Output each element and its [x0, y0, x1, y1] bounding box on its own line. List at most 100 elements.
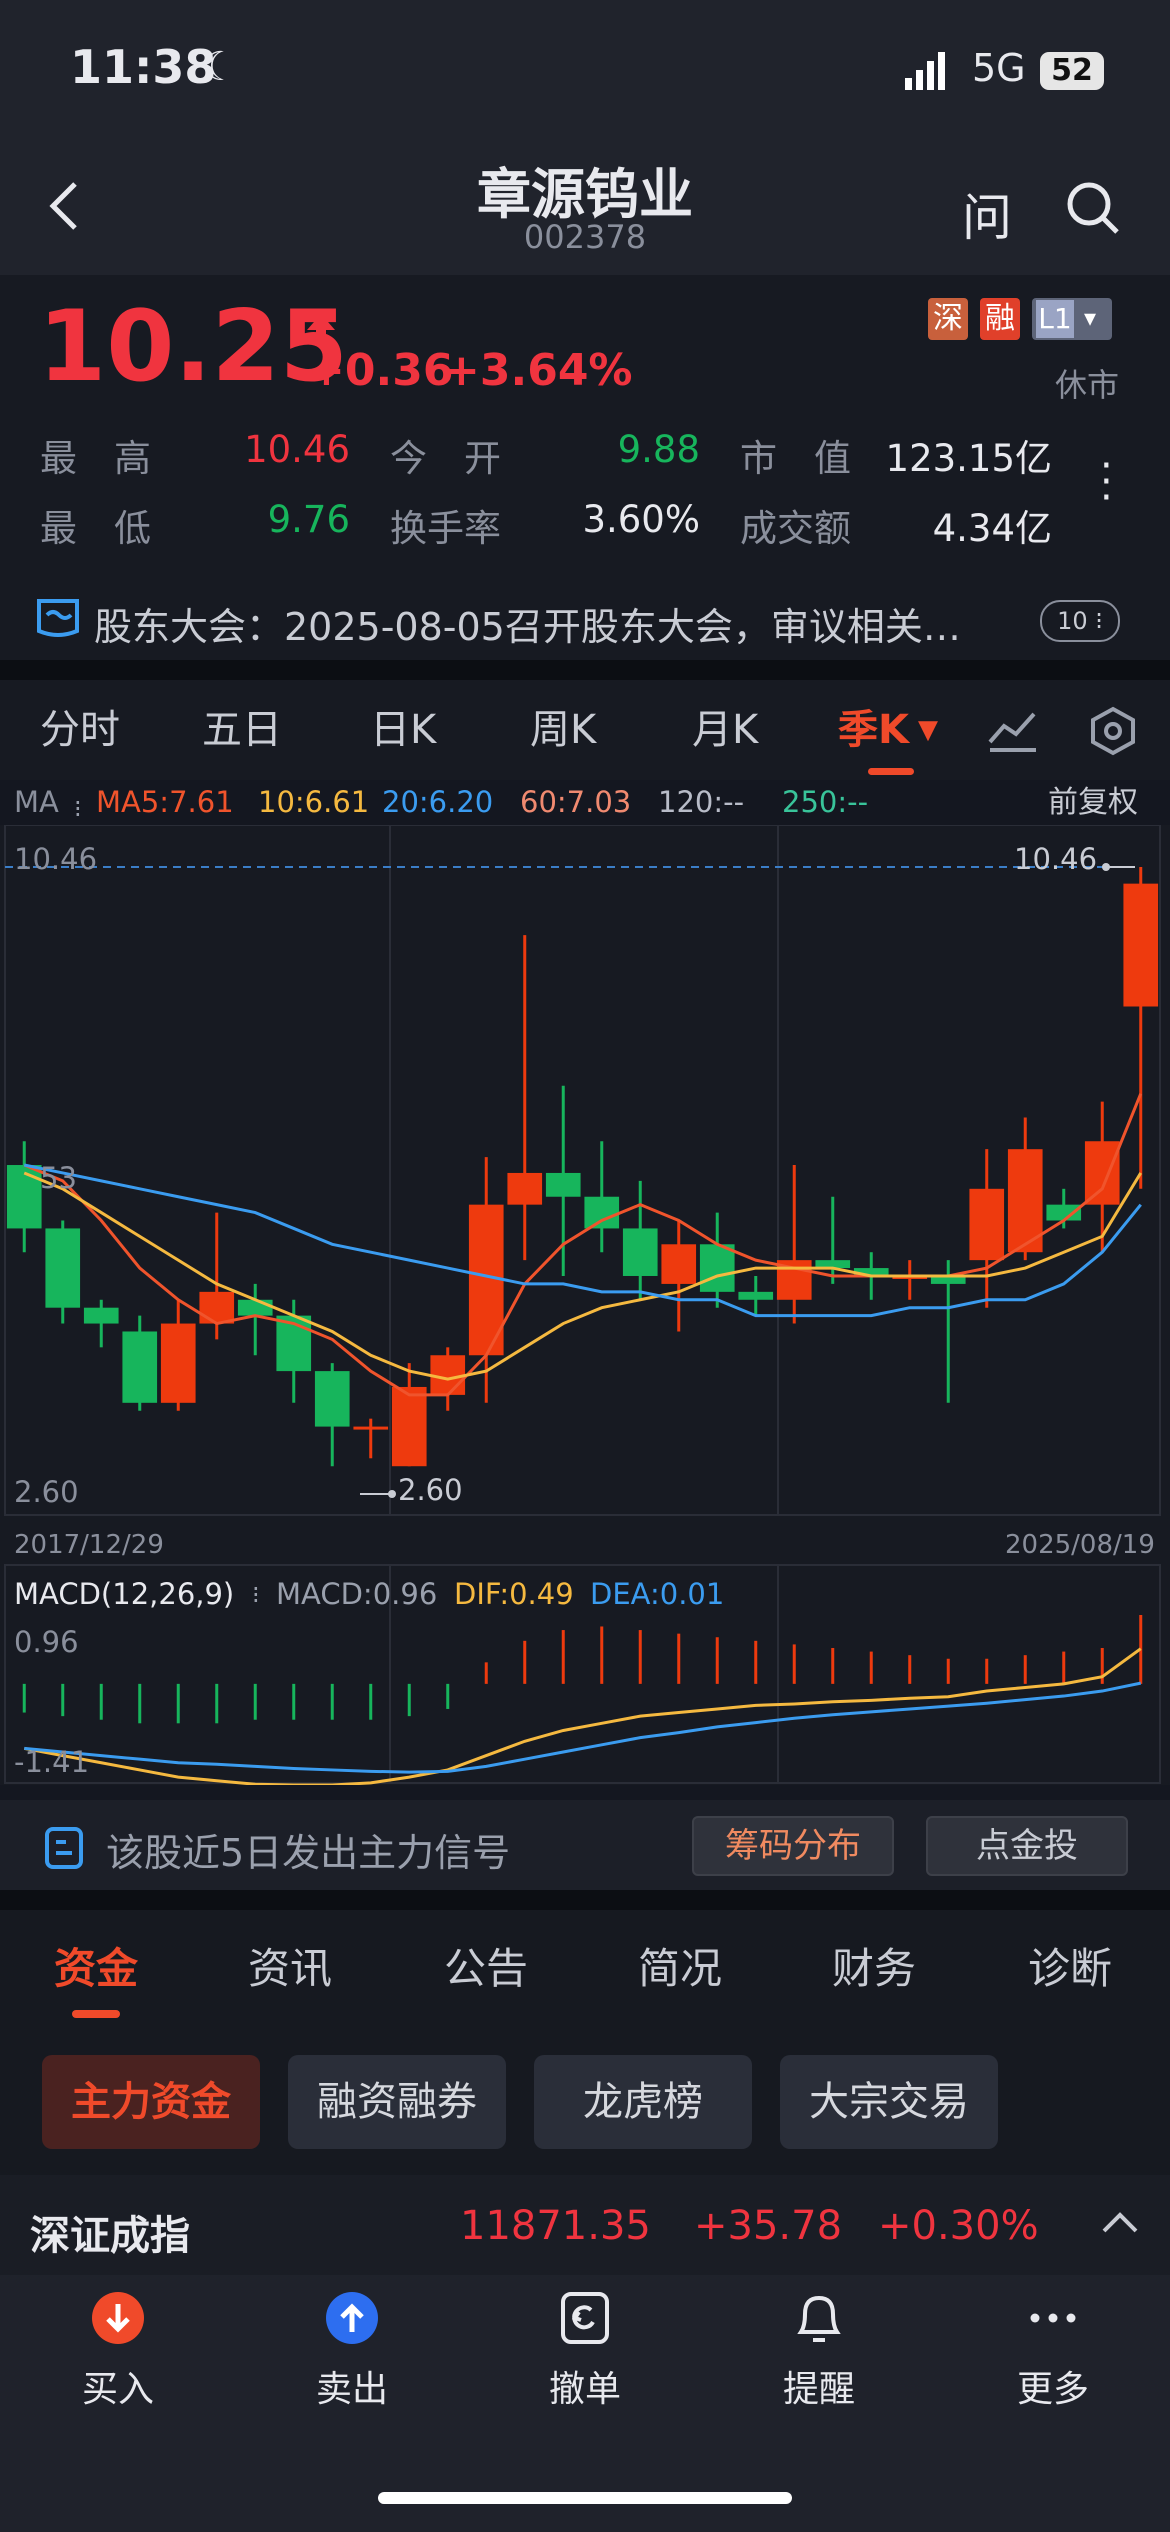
candle-body	[83, 1307, 119, 1324]
tab-daily[interactable]: 日K	[370, 680, 436, 780]
stat-label-open: 今 开	[390, 437, 501, 480]
drawing-tool-icon[interactable]	[988, 708, 1038, 752]
cancel-order-icon	[561, 2292, 609, 2344]
signal-text[interactable]: 该股近5日发出主力信号	[106, 1822, 510, 1877]
stat-value-amount: 4.34亿	[932, 507, 1052, 550]
ma20-value: 20:6.20	[382, 785, 494, 819]
dea-value: DEA:0.01	[590, 1577, 725, 1611]
stat-value-low: 9.76	[267, 498, 350, 541]
chip-margin-trading[interactable]: 融资融券	[288, 2055, 506, 2149]
candle-body	[353, 1426, 389, 1430]
candle-body	[314, 1371, 350, 1427]
chip-block-trade[interactable]: 大宗交易	[780, 2055, 998, 2149]
signal-icon	[905, 52, 945, 90]
tab-profile[interactable]: 简况	[638, 1935, 722, 1996]
y-min-label: 2.60	[14, 1475, 79, 1509]
chart-area[interactable]: 10.46 53 2.60 10.46 2.60 2017/12/29 2025…	[0, 825, 1170, 1785]
home-indicator	[378, 2492, 792, 2504]
ma-legend[interactable]: MA ⁝ MA5:7.61 10:6.61 20:6.20 60:7.03 12…	[0, 780, 1170, 825]
buy-icon	[92, 2292, 144, 2344]
macd-y-max-label: 0.96	[14, 1625, 79, 1659]
battery-icon: 52	[1040, 52, 1104, 90]
price-change-pct: +3.64%	[443, 345, 633, 396]
tab-dropdown-icon[interactable]: ▼	[918, 680, 938, 780]
ma120-value: 120:--	[658, 785, 745, 819]
up-arrow-icon	[307, 314, 335, 346]
feature-tab-indicator	[72, 2010, 120, 2018]
announcement-count-label: 10	[1057, 607, 1088, 635]
ask-button[interactable]: 问	[962, 178, 1012, 250]
candle-body	[1046, 1204, 1082, 1221]
tab-intraday[interactable]: 分时	[40, 680, 120, 780]
stat-label-high: 最 高	[40, 437, 151, 480]
buy-button[interactable]: 买入	[48, 2290, 188, 2412]
candle-body	[545, 1172, 581, 1197]
chevron-up-icon[interactable]	[1100, 2211, 1140, 2235]
market-status: 休市	[1055, 366, 1120, 404]
macd-menu-icon[interactable]: ⁝	[252, 1581, 260, 1609]
more-icon	[1030, 2313, 1076, 2323]
dropdown-caret-icon: ▾	[1084, 304, 1097, 332]
dif-value: DIF:0.49	[454, 1577, 574, 1611]
moon-icon: ☾	[202, 44, 238, 90]
ma-label: MA	[14, 785, 59, 819]
index-change: +35.78	[694, 2203, 843, 2249]
bell-icon	[797, 2295, 841, 2342]
tab-news[interactable]: 资讯	[248, 1935, 332, 1996]
candle-body	[1084, 1141, 1120, 1205]
tab-announcements[interactable]: 公告	[444, 1935, 528, 1996]
candle-body	[969, 1188, 1005, 1261]
settings-icon[interactable]	[1088, 706, 1138, 756]
tab-weekly[interactable]: 周K	[530, 680, 596, 780]
sell-button[interactable]: 卖出	[282, 2290, 422, 2412]
status-time: 11:38	[70, 40, 217, 94]
tab-diagnosis[interactable]: 诊断	[1028, 1935, 1112, 1996]
more-stats-icon[interactable]: · · ·	[1100, 446, 1113, 518]
margin-badge: 融	[980, 298, 1020, 340]
more-label: 更多	[1016, 2369, 1089, 2410]
tab-quarterly[interactable]: 季K	[838, 680, 909, 780]
stat-value-open: 9.88	[617, 428, 700, 471]
adjust-mode[interactable]: 前复权	[1048, 780, 1138, 825]
chart-tabs: 分时 五日 日K 周K 月K 季K ▼	[0, 680, 1170, 780]
alert-button[interactable]: 提醒	[749, 2290, 889, 2412]
index-pct: +0.30%	[878, 2203, 1039, 2249]
macd-y-min-label: -1.41	[14, 1745, 90, 1779]
announcement-count[interactable]: 10 ⁝	[1040, 600, 1120, 642]
chip-main-funds[interactable]: 主力资金	[42, 2055, 260, 2149]
level-badge-label: L1	[1036, 300, 1074, 338]
low-marker-dot	[388, 1490, 396, 1498]
search-icon[interactable]	[1065, 180, 1121, 236]
level-badge[interactable]: L1 ▾	[1032, 298, 1112, 340]
announcement-text[interactable]: 股东大会：2025-08-05召开股东大会，审议相关…	[94, 596, 1034, 651]
macd-label[interactable]: MACD(12,26,9)	[14, 1577, 234, 1611]
stat-value-mktcap: 123.15亿	[885, 437, 1052, 480]
dianjintou-button[interactable]: 点金投	[926, 1816, 1128, 1876]
candle-body	[738, 1291, 774, 1300]
stat-label-low: 最 低	[40, 507, 151, 550]
tab-5day[interactable]: 五日	[202, 680, 282, 780]
candle-body	[622, 1228, 658, 1276]
cancel-order-button[interactable]: 撤单	[515, 2290, 655, 2412]
kline-chart[interactable]	[0, 825, 1170, 1785]
candle-body	[1123, 883, 1159, 1007]
cancel-order-label: 撤单	[548, 2369, 621, 2410]
tab-financials[interactable]: 财务	[832, 1935, 916, 1996]
chip-dragon-tiger[interactable]: 龙虎榜	[534, 2055, 752, 2149]
more-button[interactable]: 更多	[983, 2290, 1123, 2412]
stat-value-turnover: 3.60%	[582, 498, 700, 541]
index-bar[interactable]: 深证成指 11871.35 +35.78 +0.30%	[0, 2175, 1170, 2275]
ma60-value: 60:7.03	[520, 785, 632, 819]
signal-doc-icon	[45, 1827, 83, 1869]
stat-label-amount: 成交额	[740, 507, 851, 550]
stat-label-mktcap: 市 值	[740, 437, 851, 480]
high-marker-label: 10.46	[1014, 842, 1098, 876]
tab-funds[interactable]: 资金	[54, 1935, 138, 1996]
y-mid-label: 53	[40, 1161, 77, 1195]
stat-label-turnover: 换手率	[390, 507, 501, 550]
active-tab-indicator	[868, 768, 914, 775]
tab-monthly[interactable]: 月K	[692, 680, 758, 780]
chip-distribution-button[interactable]: 筹码分布	[692, 1816, 894, 1876]
ma10-value: 10:6.61	[258, 785, 370, 819]
candle-body	[661, 1244, 697, 1284]
